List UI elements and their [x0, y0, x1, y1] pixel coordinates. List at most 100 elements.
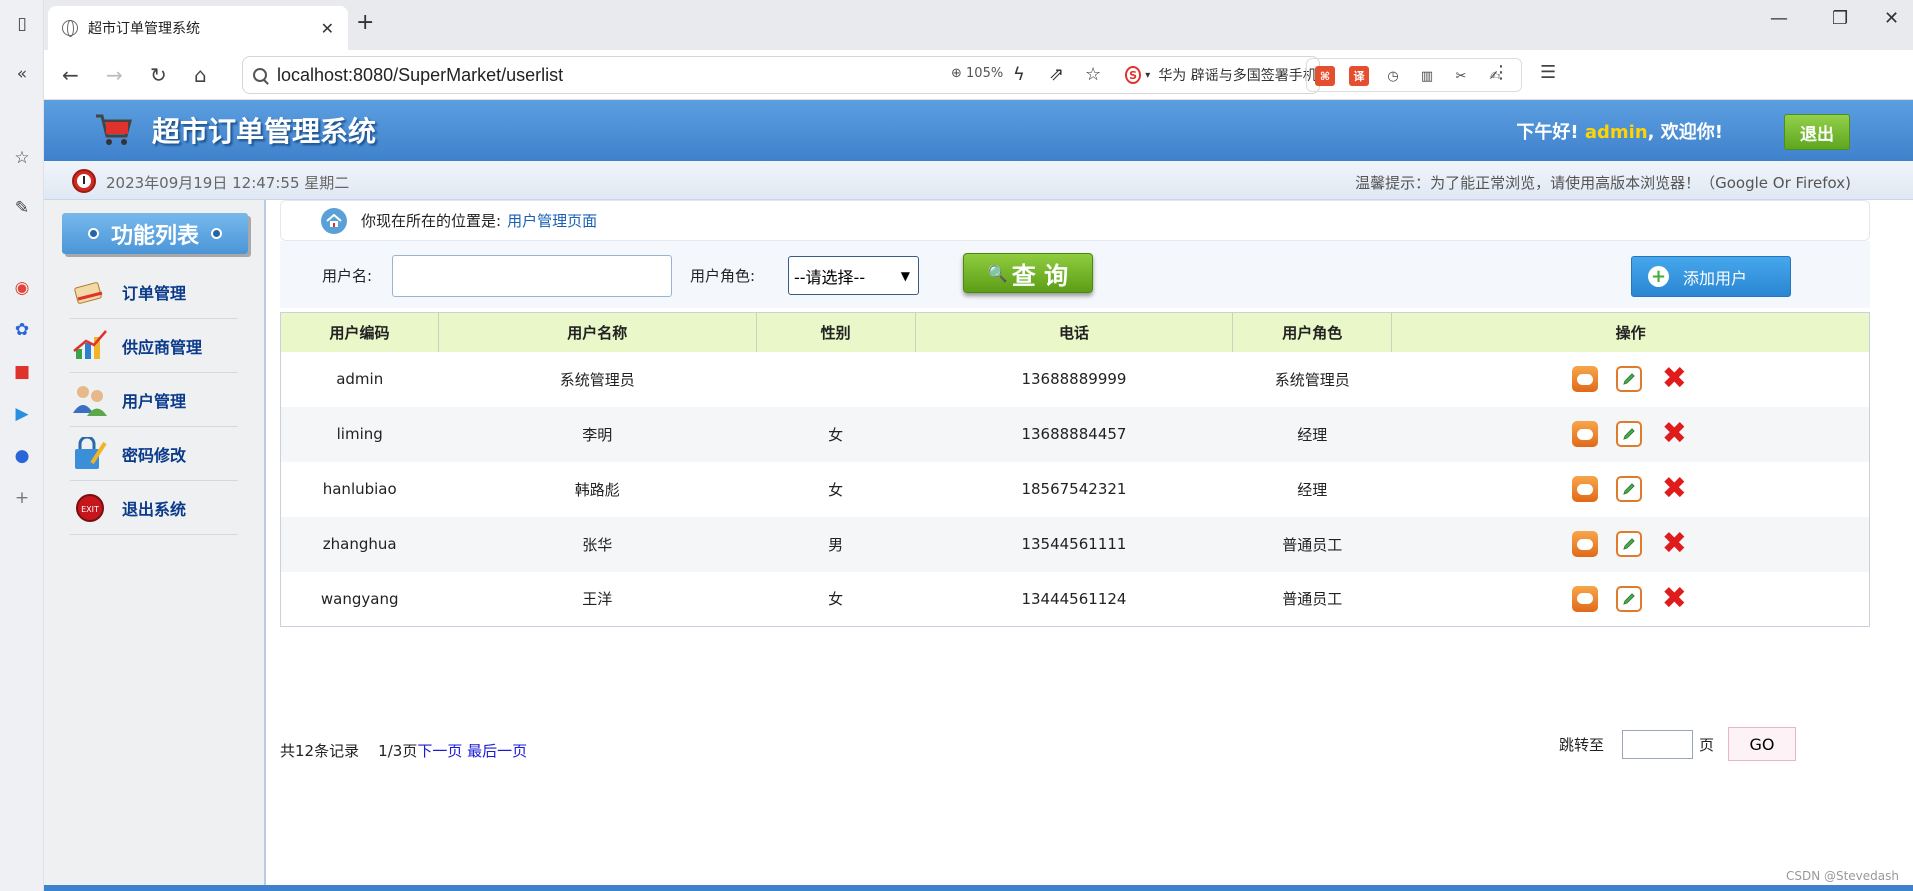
sidebar-item-orders[interactable]: 订单管理 [70, 265, 238, 319]
cell-phone: 18567542321 [1021, 480, 1127, 498]
sidebar-toggle-icon[interactable]: ▯ [10, 12, 34, 36]
welcome-text: , 欢迎你! [1647, 122, 1723, 143]
table-row: hanlubiao 韩路彪 女 18567542321 经理 ✖ [281, 462, 1870, 517]
more-icon[interactable]: ⋮ [1492, 62, 1510, 83]
clock-app-icon[interactable]: ● [10, 444, 34, 468]
delete-icon[interactable]: ✖ [1660, 474, 1688, 504]
hot-search-text: 华为 辟谣与多国签署手机录 [1158, 68, 1325, 84]
sidebar-menu-icon[interactable]: ☰ [1540, 62, 1556, 83]
cell-actions: ✖ [1391, 516, 1870, 572]
cell-code: hanlubiao [322, 480, 397, 498]
page-indicator: 1/3页 [378, 742, 418, 760]
new-tab-icon[interactable]: + [356, 10, 374, 35]
restore-icon[interactable]: ❐ [1832, 8, 1848, 29]
delete-icon[interactable]: ✖ [1660, 419, 1688, 449]
user-table: 用户编码 用户名称 性别 电话 用户角色 操作 admin 系统管理员 1368… [280, 312, 1870, 627]
paw-icon[interactable]: ✿ [10, 318, 34, 342]
view-icon[interactable] [1572, 476, 1599, 502]
sidebar-item-users[interactable]: 用户管理 [70, 373, 238, 427]
sidebar-item-label: 密码修改 [122, 445, 187, 465]
view-icon[interactable] [1572, 585, 1599, 612]
browser-toolbar: ← → ↻ ⌂ localhost:8080/SuperMarket/userl… [44, 50, 1913, 100]
delete-icon[interactable]: ✖ [1660, 583, 1688, 613]
delete-icon[interactable]: ✖ [1660, 529, 1688, 559]
screenshot-icon[interactable]: ✂ [1451, 66, 1471, 86]
reload-icon[interactable]: ↻ [150, 63, 167, 87]
column-header: 性别 [756, 312, 916, 352]
jump-label: 跳转至 [1559, 735, 1605, 754]
edit-icon[interactable] [1616, 531, 1643, 557]
close-window-icon[interactable]: ✕ [1884, 8, 1899, 29]
share-icon[interactable]: ⇗ [1049, 64, 1064, 85]
cell-gender: 女 [828, 590, 844, 609]
delete-icon[interactable]: ✖ [1660, 364, 1688, 394]
collapse-icon[interactable]: « [10, 62, 34, 86]
bookmark-star-icon[interactable]: ☆ [1085, 64, 1101, 85]
view-icon[interactable] [1572, 366, 1599, 392]
query-button-label: 查 询 [1011, 261, 1069, 290]
column-header: 电话 [915, 312, 1234, 352]
hot-search[interactable]: S ▾ 华为 辟谣与多国签署手机录 [1125, 63, 1325, 87]
edit-icon[interactable] [1616, 585, 1643, 612]
logout-button[interactable]: 退出 [1784, 114, 1850, 150]
username-label: 用户名: [322, 267, 373, 285]
go-button[interactable]: GO [1728, 727, 1797, 761]
play-icon[interactable]: ▶ [10, 402, 34, 426]
edit-icon[interactable] [1616, 421, 1643, 447]
minimize-icon[interactable]: — [1770, 8, 1788, 29]
browser-tab[interactable]: 超市订单管理系统 ✕ [48, 6, 348, 50]
sidebar-item-password[interactable]: 密码修改 [70, 427, 238, 481]
breadcrumb-current[interactable]: 用户管理页面 [507, 210, 597, 231]
cell-actions: ✖ [1392, 352, 1870, 407]
table-row: admin 系统管理员 13688889999 系统管理员 ✖ [281, 352, 1870, 407]
query-button[interactable]: 🔍 查 询 [963, 253, 1093, 293]
bullet-icon [87, 228, 99, 239]
view-icon[interactable] [1572, 531, 1599, 557]
sidebar-item-suppliers[interactable]: 供应商管理 [70, 319, 238, 373]
cell-gender: 女 [756, 406, 916, 462]
edit-icon[interactable] [1616, 476, 1643, 502]
lightning-icon[interactable]: ϟ [1013, 64, 1025, 85]
cell-code: admin [336, 370, 384, 388]
cell-phone: 13688889999 [1021, 370, 1127, 388]
history-icon[interactable]: ◷ [1383, 66, 1403, 86]
translate-extension-icon[interactable]: 译 [1349, 66, 1369, 86]
reader-icon[interactable]: ▥ [1417, 66, 1437, 86]
role-label: 用户角色: [690, 267, 756, 285]
forward-icon[interactable]: → [106, 63, 123, 87]
app-header: 超市订单管理系统 下午好! admin, 欢迎你! 退出 [44, 100, 1913, 161]
back-icon[interactable]: ← [62, 63, 79, 87]
app: 超市订单管理系统 下午好! admin, 欢迎你! 退出 2023年09月19日… [44, 100, 1913, 891]
home-icon[interactable]: ⌂ [194, 63, 207, 87]
page-number-input[interactable] [1622, 729, 1694, 759]
view-icon[interactable] [1572, 421, 1599, 447]
search-icon [253, 68, 267, 82]
app-shortcut-icon[interactable]: ◉ [10, 276, 34, 300]
next-page-link[interactable]: 下一页 [417, 742, 462, 760]
close-tab-icon[interactable]: ✕ [321, 19, 334, 38]
add-app-icon[interactable]: + [10, 486, 34, 510]
cell-name: 李明 [438, 406, 757, 462]
add-user-button[interactable]: + 添加用户 [1631, 256, 1791, 297]
home-icon [321, 207, 347, 234]
pdf-extension-icon[interactable]: ⌘ [1315, 66, 1335, 86]
notes-icon[interactable]: ✎ [10, 196, 34, 220]
footer-strip [44, 885, 1913, 891]
favorites-icon[interactable]: ☆ [10, 146, 34, 170]
username-search-input[interactable] [392, 255, 672, 297]
zoom-level[interactable]: ⊕ 105% [951, 66, 1003, 81]
edit-icon[interactable] [1616, 366, 1643, 392]
address-bar[interactable]: localhost:8080/SuperMarket/userlist ⊕ 10… [242, 56, 1325, 94]
last-page-link[interactable]: 最后一页 [467, 742, 527, 760]
browser-side-rail: ▯ « ☆ ✎ ◉ ✿ ■ ▶ ● + [0, 0, 44, 891]
browser-tip: 温馨提示：为了能正常浏览，请使用高版本浏览器！（Google Or Firefo… [1355, 174, 1851, 192]
sidebar-item-exit[interactable]: EXIT 退出系统 [70, 481, 238, 535]
page-unit-label: 页 [1699, 735, 1715, 754]
cell-role: 系统管理员 [1274, 370, 1350, 389]
url-text[interactable]: localhost:8080/SuperMarket/userlist [277, 65, 563, 86]
cell-phone: 13444561124 [1021, 589, 1127, 608]
role-select[interactable]: --请选择-- ▼ [788, 256, 919, 295]
app-title: 超市订单管理系统 [152, 115, 377, 148]
main-content: 你现在所在的位置是: 用户管理页面 用户名: 用户角色: --请选择-- ▼ 🔍… [280, 200, 1870, 885]
video-app-icon[interactable]: ■ [10, 360, 34, 384]
